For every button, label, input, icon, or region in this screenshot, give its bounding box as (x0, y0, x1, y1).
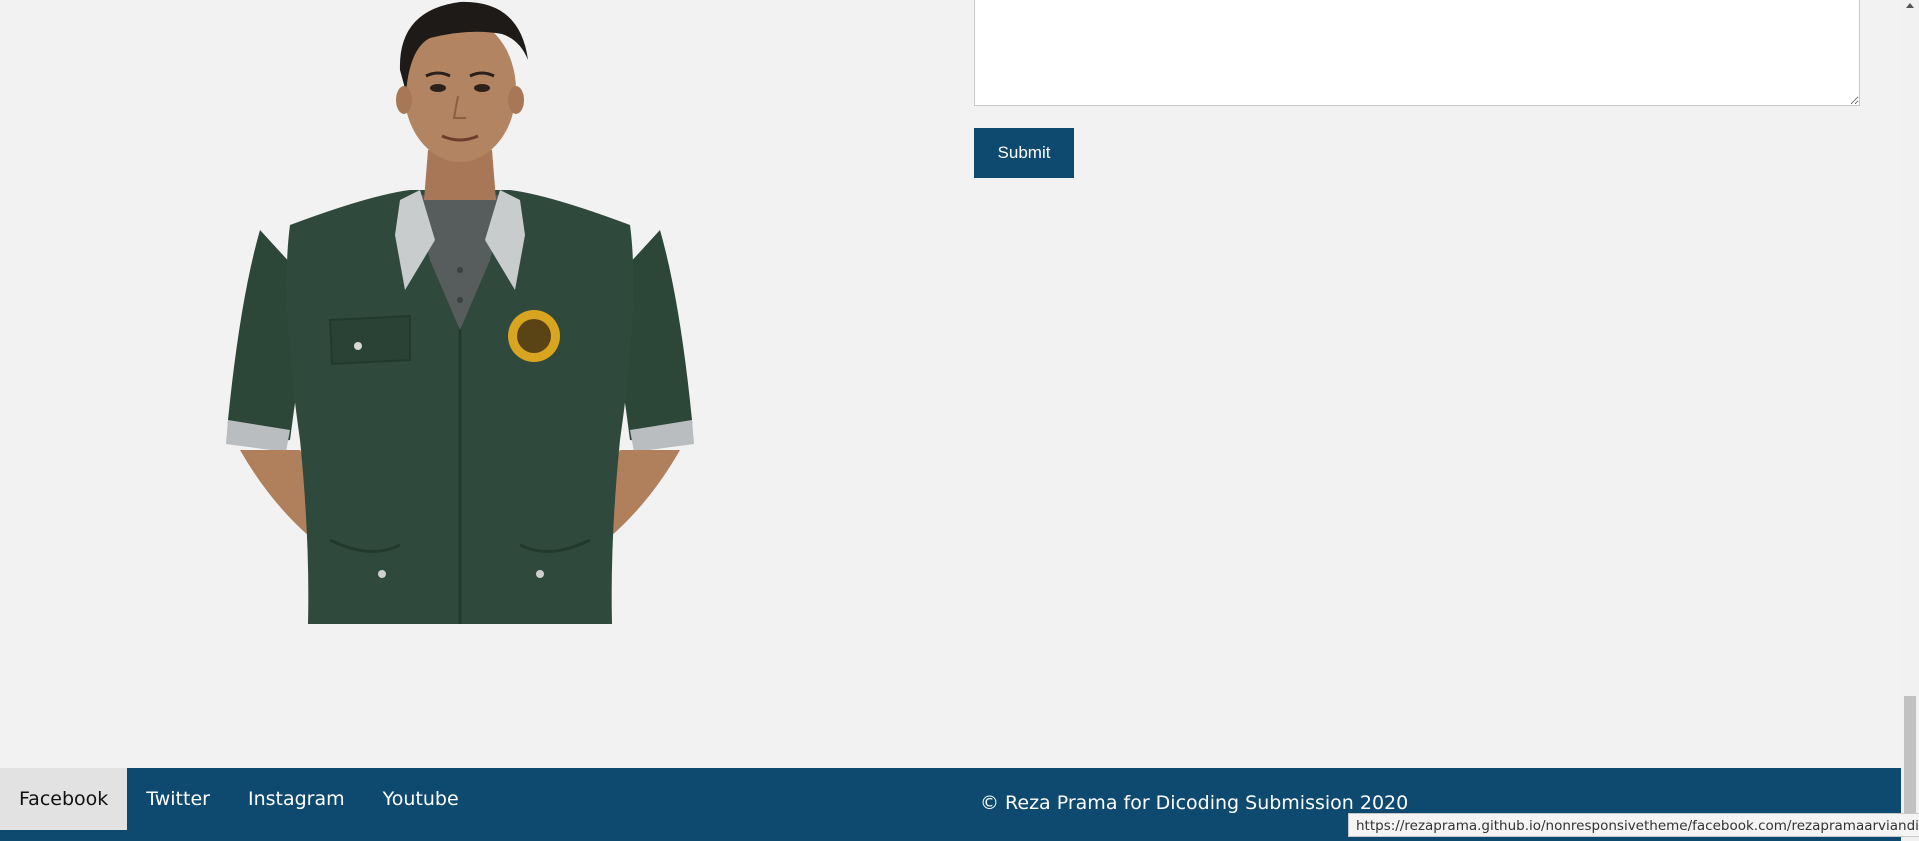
nav-link-twitter[interactable]: Twitter (127, 768, 229, 830)
link-status-url: https://rezaprama.github.io/nonresponsiv… (1348, 813, 1919, 837)
nav-link-facebook[interactable]: Facebook (0, 768, 128, 830)
scrollbar-thumb[interactable] (1904, 696, 1916, 814)
page: Submit Facebook Twitter Instagram Youtub… (0, 0, 1919, 841)
message-textarea[interactable] (974, 0, 1860, 106)
copyright-text: © Reza Prama for Dicoding Submission 202… (980, 792, 1409, 814)
vertical-scrollbar[interactable] (1901, 0, 1919, 841)
scroll-up-arrow-icon[interactable] (1906, 3, 1914, 8)
profile-photo (220, 0, 700, 624)
profile-photo-illustration (226, 1, 694, 624)
submit-button[interactable]: Submit (974, 128, 1074, 178)
social-nav: Facebook Twitter Instagram Youtube (0, 768, 478, 830)
nav-link-instagram[interactable]: Instagram (229, 768, 364, 830)
nav-link-youtube[interactable]: Youtube (364, 768, 478, 830)
